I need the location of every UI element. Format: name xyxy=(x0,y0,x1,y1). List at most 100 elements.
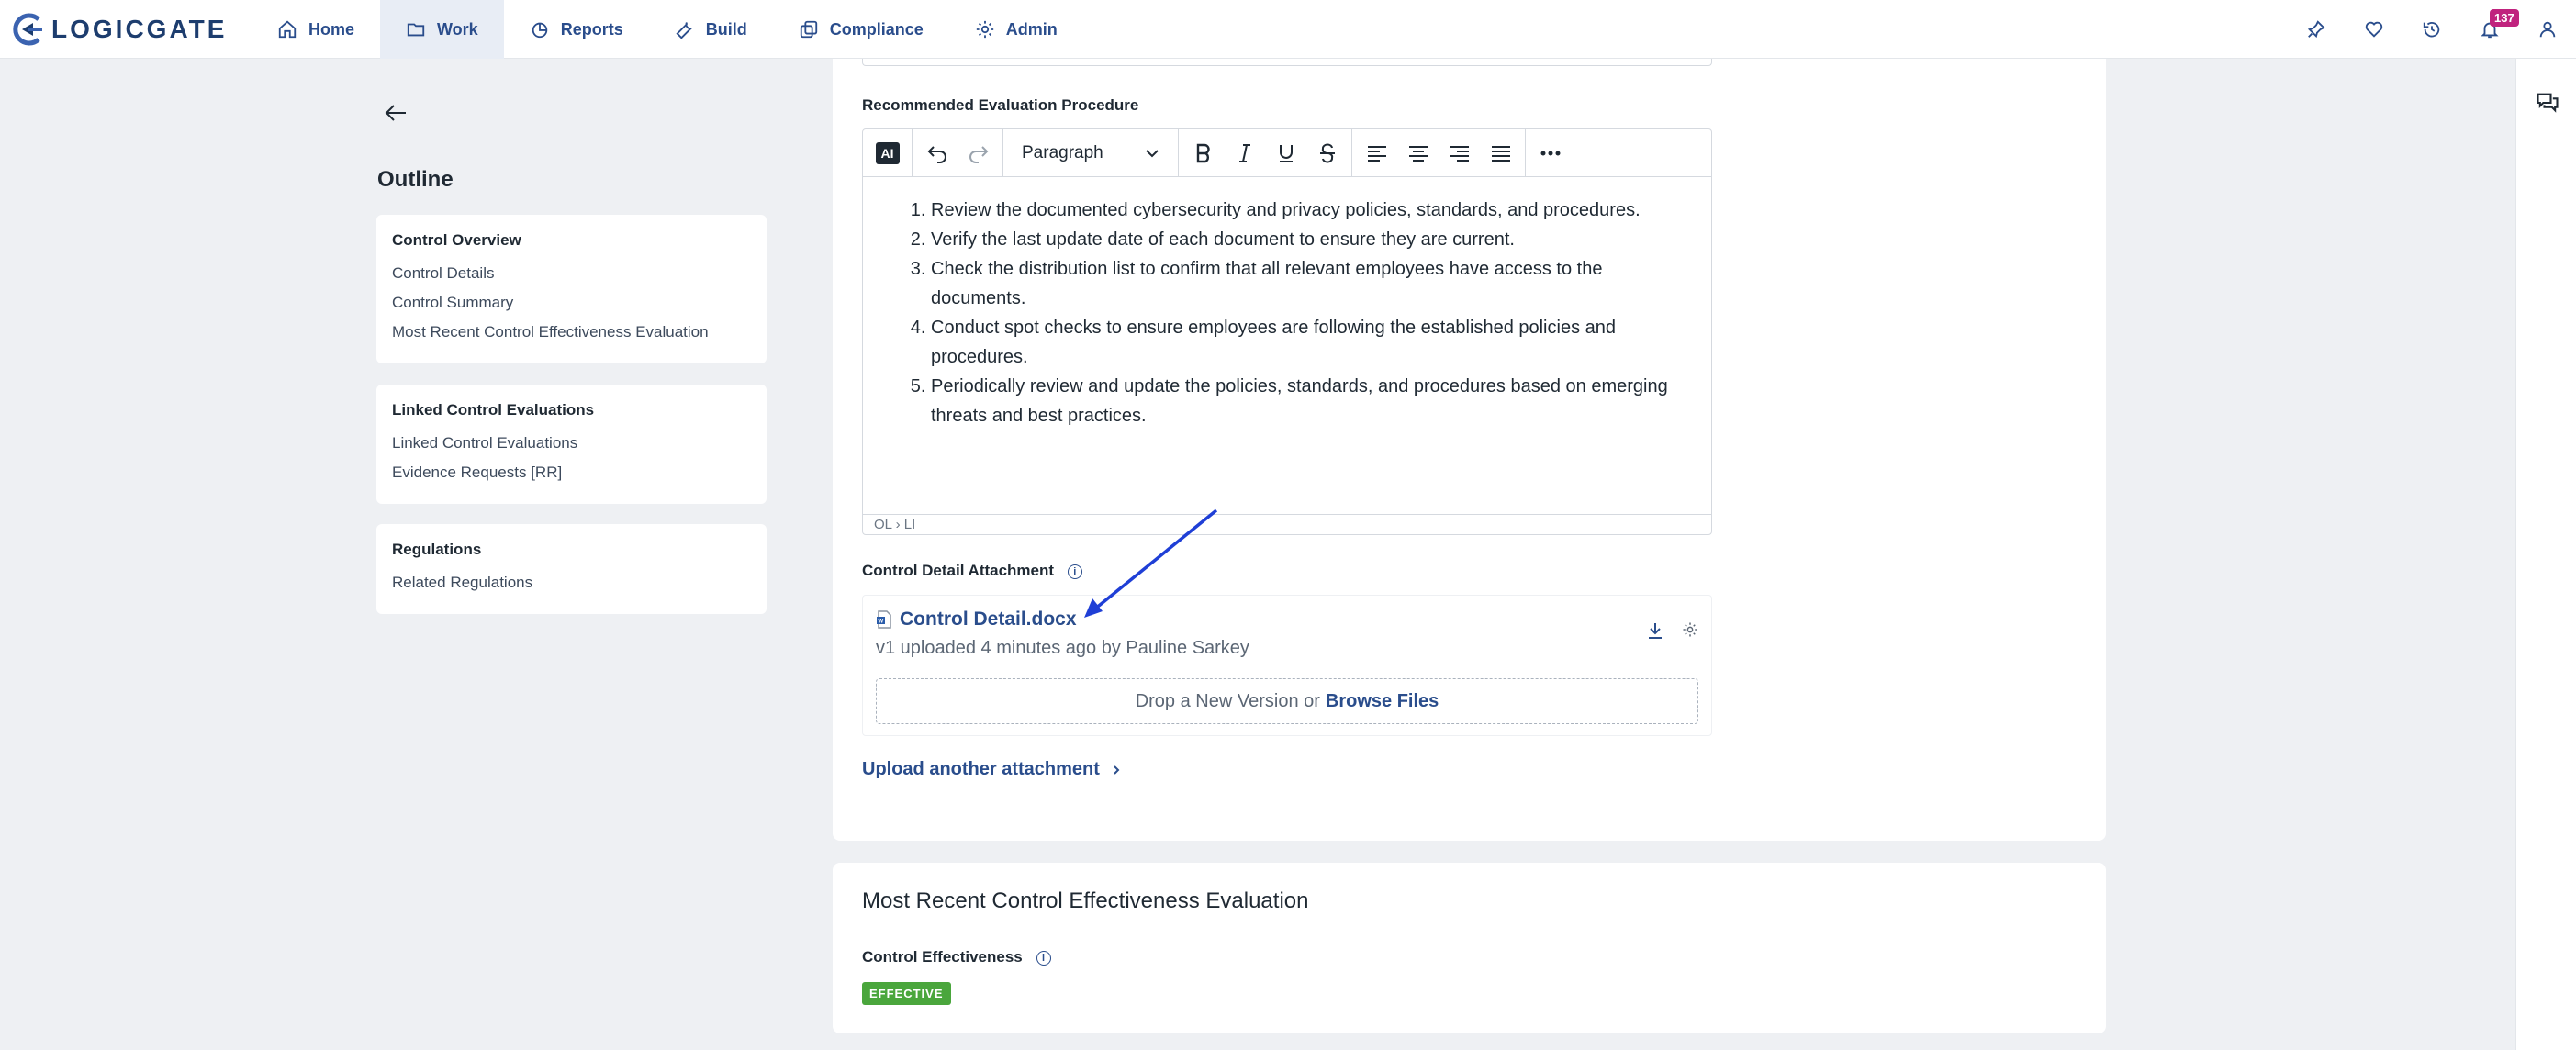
align-right-icon xyxy=(1450,145,1469,162)
ai-icon: AI xyxy=(875,141,900,164)
align-right-button[interactable] xyxy=(1439,133,1480,173)
right-rail xyxy=(2515,59,2576,1050)
underline-button[interactable] xyxy=(1265,133,1306,173)
ai-group: AI xyxy=(863,128,913,177)
ai-assist-button[interactable]: AI xyxy=(867,133,908,173)
previous-field-bottom xyxy=(862,59,1712,66)
nav-home[interactable]: Home xyxy=(252,0,380,59)
undo-icon xyxy=(927,145,946,163)
outline-link-related-regulations[interactable]: Related Regulations xyxy=(392,568,751,598)
procedure-step: Verify the last update date of each docu… xyxy=(931,225,1674,254)
redo-icon xyxy=(969,145,988,163)
nav-home-label: Home xyxy=(308,19,355,39)
folder-icon xyxy=(407,23,425,37)
strikethrough-icon xyxy=(1319,142,1335,163)
align-left-button[interactable] xyxy=(1356,133,1397,173)
nav-work[interactable]: Work xyxy=(380,0,504,59)
outline-link-control-summary[interactable]: Control Summary xyxy=(392,288,751,318)
nav-compliance-label: Compliance xyxy=(829,19,924,39)
info-icon[interactable]: i xyxy=(1036,950,1051,966)
logo-text: LOGICGATE xyxy=(51,15,228,43)
attachment-box: W Control Detail.docx v1 uploaded 4 minu… xyxy=(862,595,1712,736)
history-button[interactable] xyxy=(2402,0,2460,59)
procedure-step: Conduct spot checks to ensure employees … xyxy=(931,313,1674,372)
chevron-right-icon xyxy=(1114,765,1120,775)
favorites-button[interactable] xyxy=(2345,0,2402,59)
editor-toolbar: AI Paragraph xyxy=(863,128,1711,177)
control-effectiveness-label-row: Control Effectiveness i xyxy=(862,948,1051,966)
copy-icon xyxy=(800,20,817,39)
outline-section-heading[interactable]: Control Overview xyxy=(392,231,751,250)
align-justify-button[interactable] xyxy=(1480,133,1521,173)
procedure-step: Review the documented cybersecurity and … xyxy=(931,195,1674,225)
block-format-select[interactable]: Paragraph xyxy=(1007,133,1174,173)
notification-count-badge: 137 xyxy=(2490,9,2519,27)
procedure-step: Check the distribution list to confirm t… xyxy=(931,254,1674,313)
info-icon[interactable]: i xyxy=(1067,564,1082,579)
logicgate-logo[interactable]: LOGICGATE xyxy=(11,11,227,48)
align-center-button[interactable] xyxy=(1397,133,1439,173)
underline-icon xyxy=(1279,144,1293,162)
effectiveness-status-badge: EFFECTIVE xyxy=(862,982,951,1005)
profile-button[interactable] xyxy=(2518,0,2576,59)
gear-icon xyxy=(1683,622,1697,637)
attachment-settings-button[interactable] xyxy=(1682,621,1698,644)
history-group xyxy=(913,128,1003,177)
attachment-label: Control Detail Attachment xyxy=(862,562,1055,579)
bold-button[interactable] xyxy=(1182,133,1224,173)
outline-section-linked-evaluations: Linked Control Evaluations Linked Contro… xyxy=(376,385,767,504)
comments-button[interactable] xyxy=(2535,90,2560,120)
nav-work-label: Work xyxy=(437,19,478,39)
undo-button[interactable] xyxy=(916,133,958,173)
more-options-button[interactable] xyxy=(1529,133,1571,173)
file-dropzone[interactable]: Drop a New Version or Browse Files xyxy=(876,678,1698,724)
home-icon xyxy=(278,20,297,39)
align-justify-icon xyxy=(1491,145,1510,162)
attachment-version-meta: v1 uploaded 4 minutes ago by Pauline Sar… xyxy=(876,638,1249,658)
strikethrough-button[interactable] xyxy=(1306,133,1348,173)
nav-admin-label: Admin xyxy=(1005,19,1058,39)
word-document-icon: W xyxy=(877,610,891,629)
nav-build-label: Build xyxy=(705,19,747,39)
italic-button[interactable] xyxy=(1224,133,1265,173)
more-group xyxy=(1526,129,1574,177)
user-icon xyxy=(2539,21,2555,38)
recommended-procedure-label: Recommended Evaluation Procedure xyxy=(862,96,1139,114)
nav-build[interactable]: Build xyxy=(649,0,773,59)
rich-text-editor: AI Paragraph 1. Review the documented cy… xyxy=(862,128,1712,535)
section-title: Most Recent Control Effectiveness Evalua… xyxy=(862,888,1309,913)
browse-files-link[interactable]: Browse Files xyxy=(1326,691,1439,712)
outline-section-heading[interactable]: Regulations xyxy=(392,541,751,559)
wrench-icon xyxy=(676,22,693,39)
align-center-icon xyxy=(1408,145,1428,162)
nav-reports[interactable]: Reports xyxy=(504,0,649,59)
top-navigation-bar: LOGICGATE Home Work Reports Build Compli… xyxy=(0,0,2576,59)
heart-icon xyxy=(2365,21,2382,38)
outline-section-heading[interactable]: Linked Control Evaluations xyxy=(392,401,751,419)
upload-another-label: Upload another attachment xyxy=(862,759,1100,779)
attachment-actions xyxy=(1647,621,1698,644)
editor-content[interactable]: Review the documented cybersecurity and … xyxy=(863,177,1711,514)
redo-button[interactable] xyxy=(958,133,999,173)
ellipsis-icon xyxy=(1540,151,1560,155)
outline-link-evidence-requests[interactable]: Evidence Requests [RR] xyxy=(392,458,751,487)
back-button[interactable] xyxy=(384,103,408,128)
history-icon xyxy=(2423,21,2439,38)
attachment-file-link[interactable]: Control Detail.docx xyxy=(900,609,1077,631)
outline-link-most-recent-evaluation[interactable]: Most Recent Control Effectiveness Evalua… xyxy=(392,318,751,347)
editor-element-path: OL › LI xyxy=(863,514,1711,534)
alignment-group xyxy=(1352,128,1526,177)
nav-admin[interactable]: Admin xyxy=(949,0,1083,59)
outline-link-linked-evaluations[interactable]: Linked Control Evaluations xyxy=(392,429,751,458)
outline-link-control-details[interactable]: Control Details xyxy=(392,259,751,288)
nav-compliance[interactable]: Compliance xyxy=(773,0,949,59)
download-button[interactable] xyxy=(1647,621,1663,644)
comments-icon xyxy=(2537,93,2559,113)
procedure-list: Review the documented cybersecurity and … xyxy=(931,195,1674,430)
italic-icon xyxy=(1238,143,1250,162)
notifications-button[interactable]: 137 xyxy=(2460,0,2519,59)
pin-icon xyxy=(2307,20,2325,39)
gear-icon xyxy=(976,20,993,39)
upload-another-attachment-link[interactable]: Upload another attachment xyxy=(862,759,1120,780)
pin-button[interactable] xyxy=(2287,0,2345,59)
